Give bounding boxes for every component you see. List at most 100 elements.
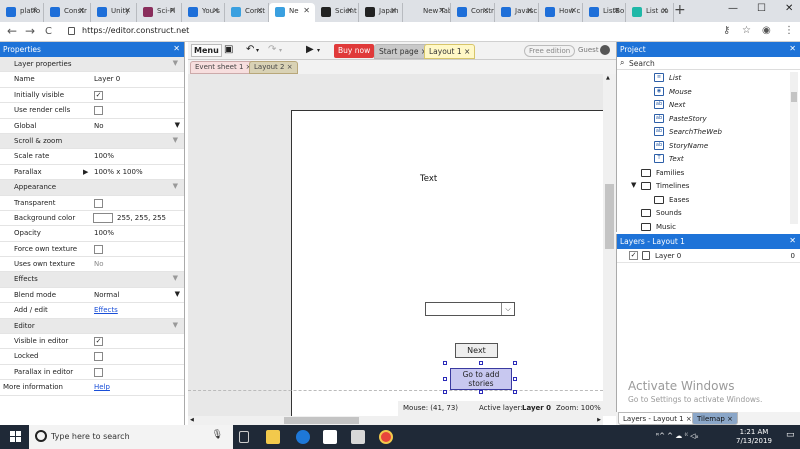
browser-tab[interactable]: Scient ✕ bbox=[315, 3, 359, 22]
layout-area[interactable] bbox=[291, 110, 603, 416]
browser-tab[interactable]: Javasc ✕ bbox=[495, 3, 539, 22]
maximize-button[interactable]: ☐ bbox=[757, 3, 766, 14]
scrollbar-thumb[interactable] bbox=[284, 417, 359, 424]
browser-tab[interactable]: platfo ✕ bbox=[0, 3, 44, 22]
close-icon[interactable]: ✕ bbox=[526, 6, 533, 15]
system-tray[interactable]: ᴿ^ ^ ☁ ⁽⁽ ◁ₓ bbox=[656, 432, 699, 440]
list-object[interactable]: ⌵ bbox=[425, 302, 515, 316]
close-icon[interactable]: ✕ bbox=[173, 44, 180, 53]
collapse-icon[interactable]: ▼ bbox=[173, 182, 178, 190]
close-icon[interactable]: ✕ bbox=[212, 6, 219, 15]
scroll-up-icon[interactable]: ▲ bbox=[606, 75, 610, 81]
taskbar-search-input[interactable]: Type here to search bbox=[51, 432, 130, 441]
collapse-icon[interactable]: ▼ bbox=[173, 274, 178, 282]
play-icon[interactable]: ▶ bbox=[306, 44, 314, 55]
browser-tab[interactable]: Sci-Fi ✕ bbox=[137, 3, 182, 22]
mail-icon[interactable] bbox=[351, 430, 365, 444]
property-checkbox[interactable]: ✓ bbox=[94, 337, 103, 347]
account-icon[interactable]: ◉ bbox=[762, 25, 771, 36]
buy-now-button[interactable]: Buy now bbox=[334, 44, 375, 58]
resize-handle[interactable] bbox=[479, 361, 483, 365]
chevron-down-icon[interactable]: ▼ bbox=[175, 290, 180, 298]
resize-handle[interactable] bbox=[513, 390, 517, 394]
lock-icon[interactable] bbox=[642, 251, 650, 260]
resize-handle[interactable] bbox=[443, 377, 447, 381]
visibility-checkbox[interactable]: ✓ bbox=[629, 251, 638, 260]
reload-button[interactable]: C bbox=[45, 26, 52, 37]
property-checkbox[interactable] bbox=[94, 198, 103, 208]
back-button[interactable]: ← bbox=[7, 24, 17, 38]
browser-tab[interactable]: ListBo ✕ bbox=[583, 3, 626, 22]
star-icon[interactable]: ☆ bbox=[742, 25, 751, 36]
next-button-object[interactable]: Next bbox=[455, 343, 498, 358]
close-icon[interactable]: ✕ bbox=[256, 6, 263, 15]
scrollbar-thumb[interactable] bbox=[605, 184, 614, 249]
text-object[interactable]: Text bbox=[420, 174, 437, 184]
resize-handle[interactable] bbox=[513, 377, 517, 381]
resize-handle[interactable] bbox=[479, 390, 483, 394]
property-checkbox[interactable]: ✓ bbox=[94, 90, 103, 100]
close-icon[interactable]: ✕ bbox=[169, 6, 176, 15]
close-icon[interactable]: ✕ bbox=[390, 6, 397, 15]
property-section[interactable]: Layer properties ▼ bbox=[0, 57, 184, 73]
user-icon[interactable] bbox=[600, 45, 610, 55]
browser-tab[interactable]: Const ✕ bbox=[225, 3, 269, 22]
browser-tab[interactable]: Constr ✕ bbox=[451, 3, 495, 22]
property-section[interactable]: Scroll & zoom ▼ bbox=[0, 133, 184, 150]
property-value[interactable]: 255, 255, 255 bbox=[117, 214, 166, 222]
close-icon[interactable]: ✕ bbox=[31, 6, 38, 15]
close-icon[interactable]: ✕ bbox=[78, 6, 85, 15]
layout-canvas[interactable]: Text ⌵ Next Go to add stories bbox=[188, 74, 603, 416]
close-icon[interactable]: ✕ bbox=[346, 6, 353, 15]
tab-event-sheet-1[interactable]: Event sheet 1 × bbox=[190, 61, 257, 74]
edge-icon[interactable] bbox=[296, 430, 310, 444]
resize-handle[interactable] bbox=[443, 390, 447, 394]
windows-start-icon[interactable] bbox=[10, 431, 22, 443]
chrome-icon[interactable] bbox=[379, 430, 393, 444]
browser-tab[interactable]: New Tab ✕ bbox=[403, 3, 451, 22]
close-icon[interactable]: ✕ bbox=[789, 44, 796, 53]
property-value[interactable]: 100% bbox=[94, 152, 114, 160]
property-value[interactable]: Layer 0 bbox=[94, 75, 120, 83]
chevron-down-icon[interactable]: ▼ bbox=[175, 121, 180, 129]
property-checkbox[interactable] bbox=[94, 106, 103, 116]
undo-icon[interactable]: ↶ bbox=[246, 44, 254, 55]
url-field[interactable]: https://editor.construct.net bbox=[82, 26, 189, 35]
file-explorer-icon[interactable] bbox=[266, 430, 280, 444]
chevron-down-icon[interactable]: ▾ bbox=[317, 47, 320, 54]
canvas-horizontal-scrollbar[interactable]: ◀ ▶ bbox=[188, 416, 603, 425]
property-value[interactable]: Normal bbox=[94, 291, 119, 299]
expand-icon[interactable]: ▼ bbox=[631, 181, 636, 189]
browser-tab[interactable]: Constr ✕ bbox=[44, 3, 91, 22]
microphone-icon[interactable]: 🎙 bbox=[212, 430, 223, 440]
new-tab-button[interactable]: + bbox=[674, 2, 686, 18]
property-link[interactable]: Effects bbox=[94, 306, 118, 314]
scroll-left-icon[interactable]: ◀ bbox=[190, 417, 194, 423]
close-icon[interactable]: ✕ bbox=[661, 6, 668, 15]
color-swatch[interactable] bbox=[93, 212, 113, 223]
minimize-button[interactable]: — bbox=[728, 3, 738, 14]
menu-button[interactable]: Menu bbox=[191, 44, 222, 57]
forward-button[interactable]: → bbox=[25, 24, 35, 38]
layer-row[interactable]: ✓ Layer 0 0 bbox=[617, 249, 800, 263]
property-value[interactable]: No bbox=[94, 122, 104, 130]
tab-tilemap[interactable]: Tilemap × bbox=[692, 412, 738, 425]
tab-layout-1[interactable]: Layout 1 × bbox=[424, 44, 476, 59]
close-icon[interactable]: ✕ bbox=[303, 6, 310, 15]
canvas-vertical-scrollbar[interactable]: ▲ bbox=[603, 74, 616, 416]
free-edition-badge[interactable]: Free edition bbox=[524, 45, 576, 57]
close-icon[interactable]: ✕ bbox=[482, 6, 489, 15]
browser-tab[interactable]: How c ✕ bbox=[539, 3, 583, 22]
property-checkbox[interactable] bbox=[94, 352, 103, 362]
more-menu-icon[interactable]: ⋮ bbox=[784, 25, 794, 36]
project-search[interactable]: ⌕ Search bbox=[617, 57, 800, 70]
redo-icon[interactable]: ↷ bbox=[268, 44, 276, 55]
property-checkbox[interactable] bbox=[94, 244, 103, 254]
browser-tab[interactable]: Ne ✕ bbox=[269, 3, 315, 22]
tab-layout-2[interactable]: Layout 2 × bbox=[249, 61, 298, 74]
window-close-button[interactable]: ✕ bbox=[785, 3, 793, 14]
go-to-add-stories-button-object[interactable]: Go to add stories bbox=[450, 368, 512, 390]
property-section[interactable]: Editor ▼ bbox=[0, 318, 184, 335]
close-icon[interactable]: ✕ bbox=[124, 6, 131, 15]
close-icon[interactable]: ✕ bbox=[789, 236, 796, 245]
